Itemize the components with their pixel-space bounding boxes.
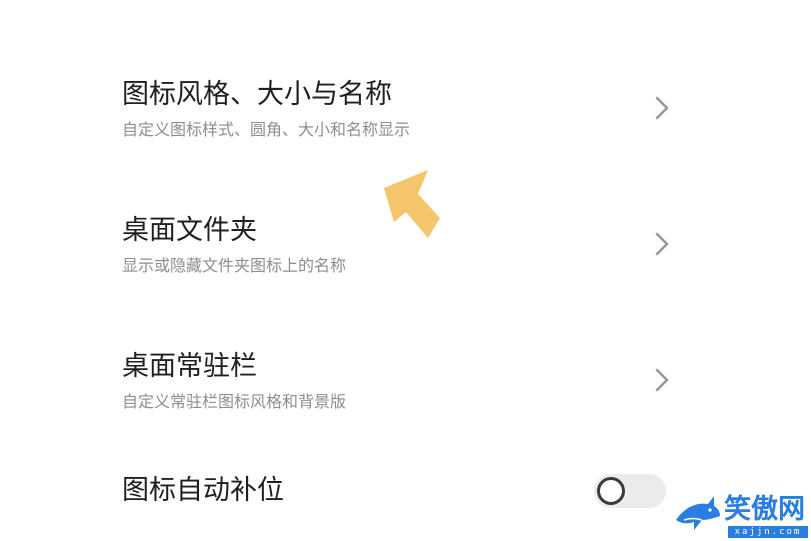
watermark-text: 笑傲网 xyxy=(724,494,805,525)
auto-fill-toggle[interactable] xyxy=(594,474,666,508)
chevron-right-icon xyxy=(655,96,669,120)
settings-list: 图标风格、大小与名称 自定义图标样式、圆角、大小和名称显示 桌面文件夹 显示或隐… xyxy=(0,0,811,541)
settings-row-icon-style[interactable]: 图标风格、大小与名称 自定义图标样式、圆角、大小和名称显示 xyxy=(0,60,811,170)
shark-logo-icon xyxy=(676,496,720,530)
chevron-right-icon xyxy=(655,368,669,392)
toggle-knob xyxy=(597,477,625,505)
row-subtitle: 自定义常驻栏图标风格和背景版 xyxy=(122,392,347,411)
arrow-up-left-icon xyxy=(384,170,440,238)
row-subtitle: 自定义图标样式、圆角、大小和名称显示 xyxy=(122,120,411,139)
row-title: 桌面文件夹 xyxy=(122,215,257,246)
row-subtitle: 显示或隐藏文件夹图标上的名称 xyxy=(122,256,347,275)
row-title: 图标自动补位 xyxy=(122,475,284,506)
row-title: 图标风格、大小与名称 xyxy=(122,79,392,110)
watermark: 笑傲网 xajjn.com xyxy=(674,494,811,541)
row-title: 桌面常驻栏 xyxy=(122,351,257,382)
watermark-url: xajjn.com xyxy=(728,526,808,538)
chevron-right-icon xyxy=(655,232,669,256)
settings-row-dock[interactable]: 桌面常驻栏 自定义常驻栏图标风格和背景版 xyxy=(0,332,811,442)
